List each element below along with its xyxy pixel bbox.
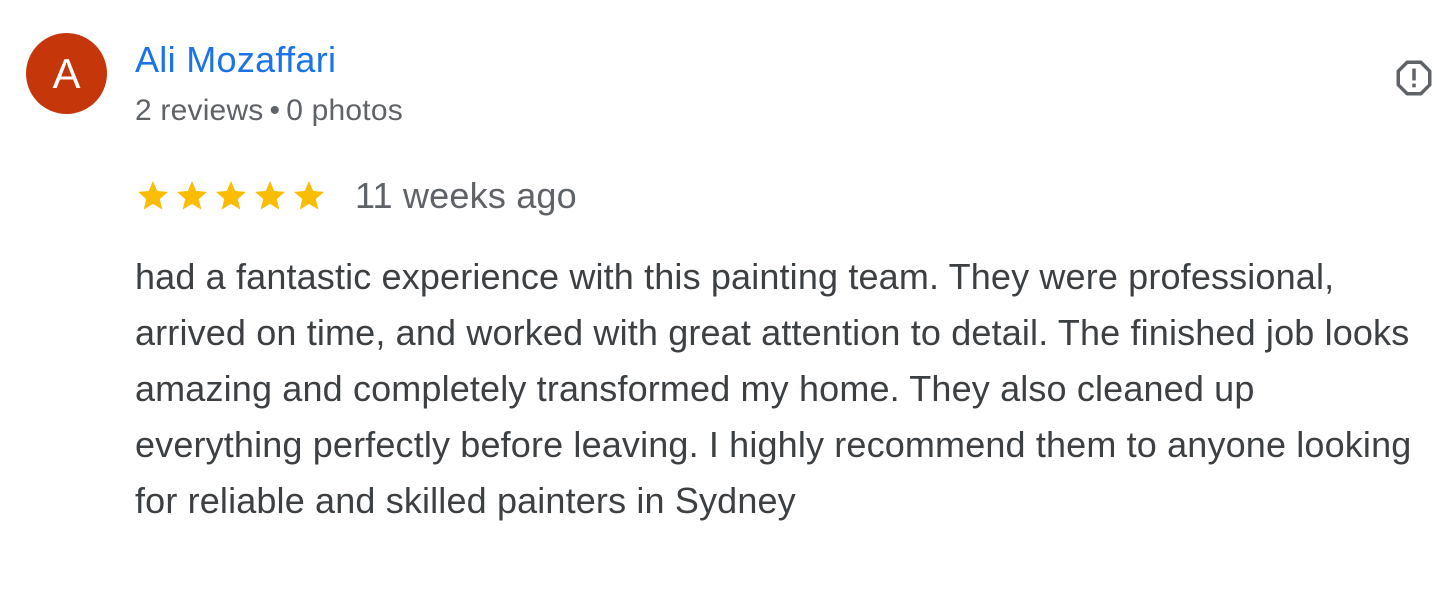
review-card: A Ali Mozaffari 2 reviews • 0 photos 11 we… — [0, 0, 1437, 612]
reviewer-meta: 2 reviews • 0 photos — [135, 92, 403, 130]
photos-count: 0 photos — [286, 94, 403, 127]
avatar-initial: A — [52, 49, 81, 97]
star-icon — [255, 181, 285, 210]
reviewer-name-link[interactable]: Ali Mozaffari — [135, 38, 336, 82]
reviews-count: 2 reviews — [135, 94, 264, 127]
review-date: 11 weeks ago — [355, 175, 577, 216]
report-flag-icon — [1396, 60, 1432, 96]
star-icon — [216, 181, 246, 210]
meta-separator: • — [269, 94, 281, 127]
review-text: had a fantastic experience with this pai… — [135, 256, 1412, 521]
star-icon — [294, 181, 324, 210]
star-icon — [177, 181, 207, 210]
rating-row: 11 weeks ago — [135, 174, 577, 218]
star-icon — [138, 181, 168, 210]
report-review-button[interactable] — [1392, 56, 1436, 100]
avatar[interactable]: A — [26, 33, 107, 114]
star-rating — [135, 178, 327, 214]
